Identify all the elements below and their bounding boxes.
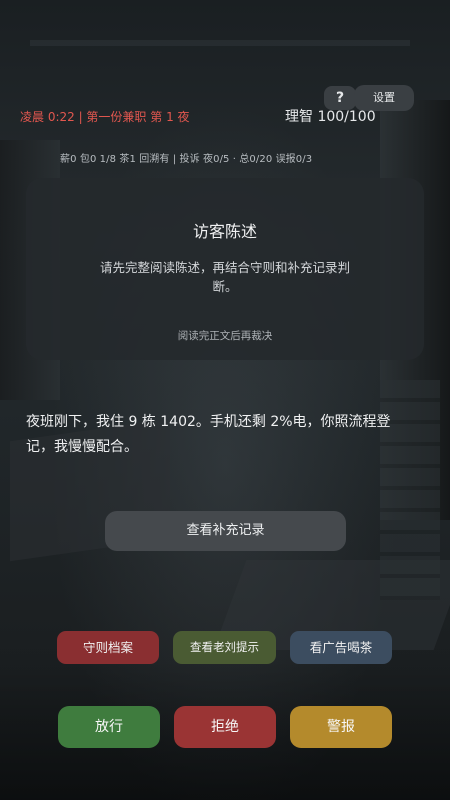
visitor-statement-card: 访客陈述 请先完整阅读陈述，再结合守则和补充记录判断。 阅读完正文后再裁决	[26, 178, 424, 360]
card-hint: 阅读完正文后再裁决	[177, 330, 273, 342]
night-status: 凌晨 0:22 | 第一份兼职 第 1 夜	[20, 110, 190, 124]
supplementary-record-button[interactable]: 查看补充记录	[105, 511, 346, 551]
alarm-button[interactable]: 警报	[290, 706, 392, 748]
card-instructions: 请先完整阅读陈述，再结合守则和补充记录判断。	[99, 260, 350, 294]
watch-ad-tea-button[interactable]: 看广告喝茶	[290, 631, 392, 664]
old-liu-hint-button[interactable]: 查看老刘提示	[173, 631, 276, 664]
rules-archive-button[interactable]: 守则档案	[57, 631, 159, 664]
visitor-dialogue: 夜班刚下，我住 9 栋 1402。手机还剩 2%电，你照流程登记，我慢慢配合。	[26, 414, 391, 455]
pass-button[interactable]: 放行	[58, 706, 160, 748]
sanity-meter: 理智 100/100	[285, 109, 376, 125]
card-title: 访客陈述	[192, 222, 257, 241]
refuse-button[interactable]: 拒绝	[174, 706, 276, 748]
stats-line: 薪0 包0 1/8 茶1 回溯有 | 投诉 夜0/5 · 总0/20 误报0/3	[60, 154, 313, 165]
background-ceiling-light	[30, 40, 410, 46]
